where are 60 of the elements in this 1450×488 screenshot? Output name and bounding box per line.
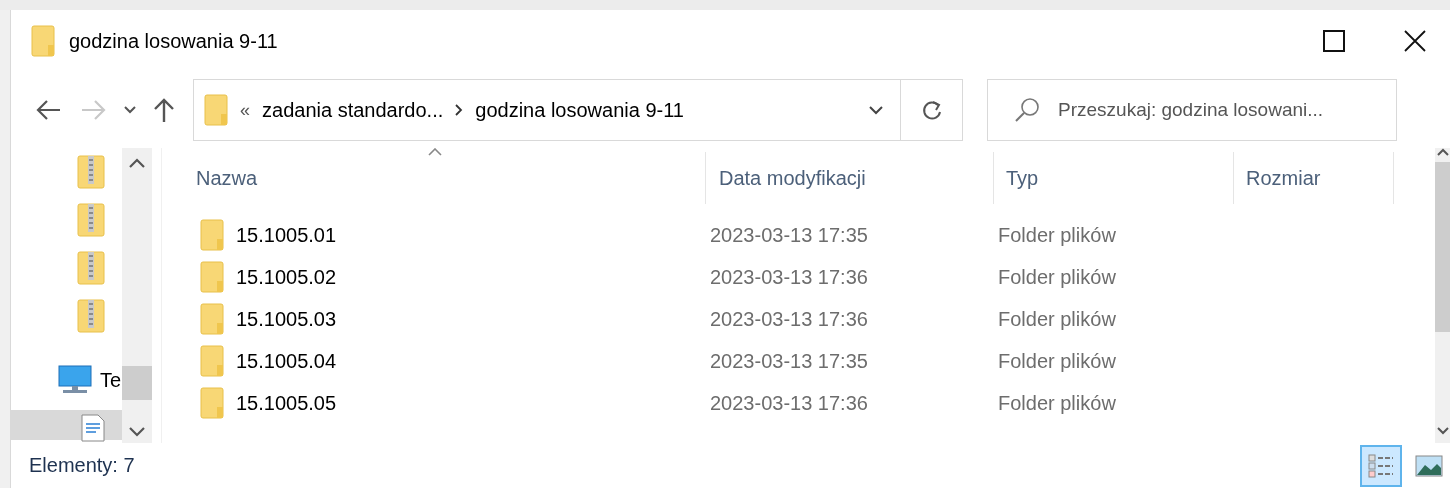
column-header[interactable]: Rozmiar	[1234, 152, 1394, 204]
maximize-icon	[1323, 30, 1345, 52]
scrollbar[interactable]	[1435, 148, 1450, 443]
scroll-thumb[interactable]	[1435, 162, 1450, 332]
scroll-up-icon	[1436, 148, 1449, 156]
address-bar[interactable]: « zadania standardo... godzina losowania 9-11	[193, 79, 901, 141]
scroll-thumb[interactable]	[122, 365, 152, 400]
table-cell-text: Folder plików	[998, 391, 1117, 415]
table-cell-text: Folder plików	[998, 223, 1117, 247]
zip-folder-icon	[77, 155, 105, 189]
folder-icon	[200, 345, 224, 377]
folder-icon	[200, 303, 224, 335]
folder-icon	[200, 387, 224, 419]
table-cell-text: Folder plików	[998, 349, 1117, 373]
scroll-down-icon	[1436, 427, 1449, 435]
monitor-icon	[58, 365, 92, 395]
folder-icon	[200, 219, 224, 251]
sidebar-item[interactable]: Te	[11, 350, 122, 410]
table-cell-text: Folder plików	[998, 265, 1117, 289]
scroll-down-icon	[129, 427, 145, 437]
sidebar-item[interactable]	[11, 410, 122, 440]
folder-icon	[204, 94, 228, 126]
column-header[interactable]: Nazwa	[172, 152, 706, 204]
scroll-up-icon	[129, 158, 145, 168]
table-cell-text: 2023-03-13 17:36	[710, 391, 869, 415]
folder-icon	[31, 25, 55, 57]
file-name[interactable]: 15.1005.03	[236, 307, 337, 331]
breadcrumb[interactable]: zadania standardo...	[262, 98, 444, 122]
search-box[interactable]: Przeszukaj: godzina losowani...	[987, 79, 1397, 141]
refresh-button[interactable]	[901, 79, 963, 141]
column-header[interactable]: Typ	[994, 152, 1234, 204]
image-view-icon	[1415, 454, 1443, 477]
close-icon	[1404, 30, 1426, 52]
file-name[interactable]: 15.1005.05	[236, 391, 337, 415]
column-header[interactable]: Data modyfikacji	[706, 152, 994, 204]
file-name[interactable]: 15.1005.01	[236, 223, 337, 247]
chevron-down-icon	[868, 105, 884, 115]
zip-folder-icon	[77, 299, 105, 333]
table-cell-text: Folder plików	[998, 307, 1117, 331]
item-count: Elementy: 7	[29, 454, 135, 477]
file-name[interactable]: 15.1005.02	[236, 265, 337, 289]
table-cell-text: 2023-03-13 17:36	[710, 307, 869, 331]
details-view-button[interactable]	[1360, 444, 1402, 487]
zip-folder-icon	[77, 251, 105, 285]
search-field[interactable]: Przeszukaj: godzina losowani...	[1056, 98, 1390, 122]
chevron-right-icon	[455, 104, 464, 116]
window-title: godzina losowania 9-11	[69, 29, 278, 53]
scrollbar[interactable]	[122, 148, 152, 443]
file-name[interactable]: 15.1005.04	[236, 349, 337, 373]
document-icon	[81, 414, 105, 442]
zip-folder-icon	[77, 203, 105, 237]
overflow-chevron[interactable]: «	[240, 99, 250, 121]
refresh-icon	[921, 99, 942, 121]
table-cell-text: 2023-03-13 17:35	[710, 223, 869, 247]
table-cell-text: 2023-03-13 17:35	[710, 349, 869, 373]
folder-icon	[200, 261, 224, 293]
table-cell-text: 2023-03-13 17:36	[710, 265, 869, 289]
search-icon	[1014, 97, 1040, 123]
breadcrumb[interactable]: godzina losowania 9-11	[475, 98, 684, 122]
sort-caret-icon	[427, 148, 442, 156]
